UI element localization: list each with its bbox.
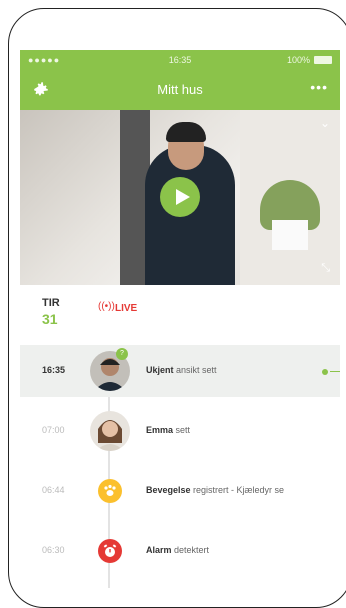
chevron-down-icon[interactable]: ⌄: [320, 116, 330, 130]
alarm-icon: [98, 539, 122, 563]
day-label: TIR: [42, 297, 60, 309]
event-time: 06:30: [42, 545, 65, 555]
battery-percent: 100%: [286, 55, 310, 65]
status-bar: ●●●●● 16:35 100%: [20, 50, 340, 70]
play-button[interactable]: [160, 177, 200, 217]
unknown-badge: ?: [116, 348, 128, 360]
video-pot: [272, 220, 308, 250]
more-options-button[interactable]: •••: [310, 79, 328, 95]
play-icon: [176, 189, 190, 205]
video-beanie: [166, 122, 206, 142]
app-bar: Mitt hus •••: [20, 70, 340, 110]
phone-screen: ●●●●● 16:35 100% Mitt hus ••• ⌄ ⤡ TIR 31…: [20, 50, 340, 588]
event-row[interactable]: 06:44 Bevegelse registrert - Kjæledyr se: [20, 465, 340, 517]
event-row[interactable]: 07:00 Emma sett: [20, 405, 340, 457]
event-label: Alarm detektert: [146, 545, 210, 555]
live-label[interactable]: LIVE: [115, 303, 137, 314]
event-time: 07:00: [42, 425, 65, 435]
date-label: 31: [42, 311, 58, 327]
timeline-header: TIR 31 ((•)) LIVE: [20, 285, 340, 337]
expand-icon[interactable]: ⤡: [321, 262, 330, 275]
paw-icon: [98, 479, 122, 503]
event-time: 06:44: [42, 485, 65, 495]
selection-dot: [322, 369, 328, 375]
selection-line: [330, 371, 340, 372]
event-time: 16:35: [42, 365, 66, 375]
camera-view[interactable]: ⌄ ⤡: [20, 110, 340, 285]
live-icon: ((•)): [98, 301, 115, 312]
event-row[interactable]: 16:35 ? Ukjent ansikt sett: [20, 345, 340, 397]
event-label: Emma sett: [146, 425, 191, 435]
event-row[interactable]: 06:30 Alarm detektert: [20, 525, 340, 577]
event-label: Bevegelse registrert - Kjæledyr se: [146, 485, 285, 495]
event-timeline: TIR 31 ((•)) LIVE 16:35 ? Ukjent ansikt …: [20, 285, 340, 588]
battery-icon: [314, 56, 332, 64]
event-label: Ukjent ansikt sett: [146, 365, 217, 375]
avatar: [90, 411, 130, 451]
app-title: Mitt hus: [157, 82, 203, 97]
